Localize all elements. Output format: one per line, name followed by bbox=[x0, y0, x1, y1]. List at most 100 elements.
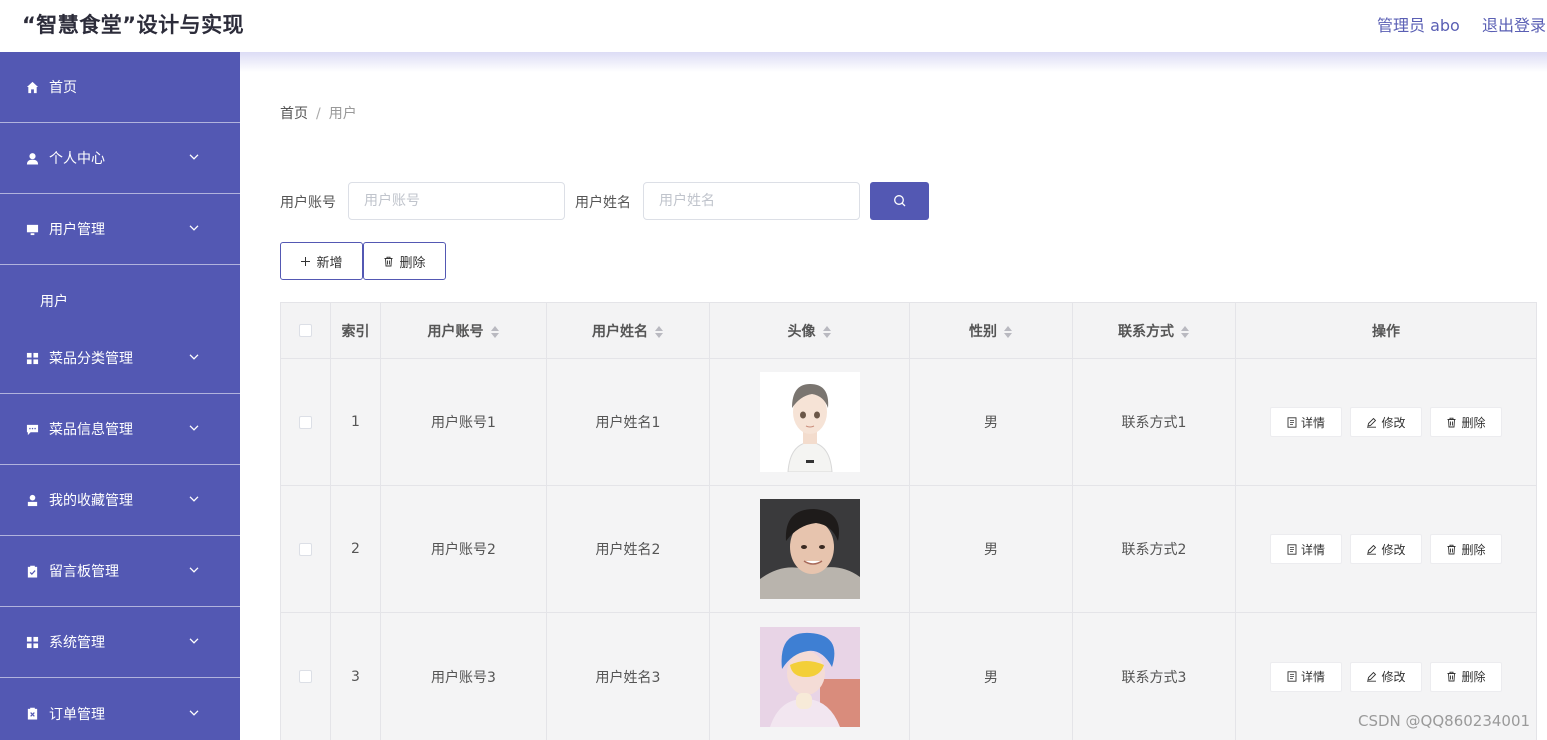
sidebar-item-label: 系统管理 bbox=[49, 635, 105, 651]
sidebar-item-dish-info[interactable]: 菜品信息管理 bbox=[0, 394, 240, 465]
delete-button[interactable]: 删除 bbox=[1430, 534, 1502, 564]
sidebar-item-label: 订单管理 bbox=[49, 706, 105, 723]
sidebar-item-system[interactable]: 系统管理 bbox=[0, 607, 240, 678]
detail-button-label: 详情 bbox=[1300, 670, 1325, 684]
cell-avatar bbox=[709, 485, 910, 613]
search-button[interactable] bbox=[870, 182, 929, 220]
detail-button-label: 详情 bbox=[1300, 415, 1325, 430]
avatar-image[interactable] bbox=[759, 626, 860, 727]
cell-index: 1 bbox=[330, 358, 381, 486]
cell-name: 用户姓名2 bbox=[546, 485, 710, 613]
add-button[interactable]: 新增 bbox=[280, 242, 363, 280]
row-checkbox[interactable] bbox=[299, 670, 312, 683]
delete-button-label: 删除 bbox=[1461, 415, 1486, 430]
sidebar-item-favorites[interactable]: 我的收藏管理 bbox=[0, 465, 240, 536]
cell-account: 用户账号3 bbox=[380, 612, 547, 740]
edit-button[interactable]: 修改 bbox=[1350, 534, 1422, 564]
chevron-down-icon bbox=[189, 425, 199, 431]
sidebar-item-user-management[interactable]: 用户管理 bbox=[0, 194, 240, 265]
chevron-down-icon bbox=[189, 709, 199, 716]
batch-delete-button[interactable]: 删除 bbox=[363, 242, 446, 280]
sort-icon[interactable] bbox=[655, 325, 664, 338]
header-avatar[interactable]: 头像 bbox=[709, 302, 910, 359]
sidebar-item-label: 菜品信息管理 bbox=[49, 422, 133, 438]
header-contact[interactable]: 联系方式 bbox=[1072, 302, 1236, 359]
cell-contact: 联系方式1 bbox=[1072, 358, 1236, 486]
chevron-down-icon bbox=[189, 225, 199, 231]
row-checkbox[interactable] bbox=[299, 415, 312, 429]
document-icon bbox=[1287, 671, 1297, 682]
monitor-icon bbox=[25, 222, 39, 236]
delete-button-label: 删除 bbox=[1461, 542, 1486, 557]
header-account[interactable]: 用户账号 bbox=[380, 302, 547, 359]
sidebar-subitem-label: 用户 bbox=[40, 294, 68, 310]
table-row: 1 用户账号1 用户姓名1 男 联系方式1 详情 修改 删除 bbox=[280, 358, 1537, 486]
sidebar-item-dish-category[interactable]: 菜品分类管理 bbox=[0, 323, 240, 394]
sidebar-item-orders[interactable]: 订单管理 bbox=[0, 678, 240, 740]
cell-operations: 详情 修改 删除 bbox=[1235, 485, 1537, 613]
user-table: 索引 用户账号 用户姓名 头像 性别 联系方式 操作 1 用户账号1 用户姓名1 bbox=[280, 302, 1537, 740]
row-checkbox[interactable] bbox=[299, 542, 312, 556]
detail-button-label: 详情 bbox=[1300, 542, 1325, 557]
edit-button-label: 修改 bbox=[1381, 542, 1406, 557]
header-gender[interactable]: 性别 bbox=[909, 302, 1073, 359]
table-row: 3 用户账号3 用户姓名3 男 联系方式3 详情 修改 删除 bbox=[280, 612, 1537, 740]
row-select-cell bbox=[280, 358, 331, 486]
cell-avatar bbox=[709, 358, 910, 486]
select-all-checkbox[interactable] bbox=[299, 324, 312, 337]
document-icon bbox=[1287, 416, 1297, 428]
grid-icon bbox=[25, 351, 39, 365]
watermark: CSDN @QQ860234001 bbox=[1358, 712, 1531, 730]
sidebar-item-personal-center[interactable]: 个人中心 bbox=[0, 123, 240, 194]
header-select-all[interactable] bbox=[280, 302, 331, 359]
header-name[interactable]: 用户姓名 bbox=[546, 302, 710, 359]
chevron-down-icon bbox=[189, 638, 199, 644]
account-search-input[interactable] bbox=[348, 182, 565, 220]
plus-icon bbox=[301, 256, 311, 266]
cell-gender: 男 bbox=[909, 612, 1073, 740]
sort-icon[interactable] bbox=[1004, 325, 1013, 338]
chevron-down-icon bbox=[189, 496, 199, 502]
document-icon bbox=[25, 707, 39, 721]
logout-link[interactable]: 退出登录 bbox=[1482, 12, 1546, 36]
detail-button[interactable]: 详情 bbox=[1270, 407, 1342, 437]
header-name-label: 用户姓名 bbox=[592, 323, 648, 340]
chevron-down-icon bbox=[189, 154, 199, 160]
sidebar-item-label: 菜品分类管理 bbox=[49, 351, 133, 367]
sidebar-subitem-user[interactable]: 用户 bbox=[0, 279, 240, 323]
trash-icon bbox=[1447, 417, 1456, 427]
avatar-image[interactable] bbox=[759, 372, 860, 472]
breadcrumb-current: 用户 bbox=[328, 106, 357, 122]
trash-icon bbox=[1447, 544, 1456, 554]
sidebar-item-home[interactable]: 首页 bbox=[0, 52, 240, 123]
admin-label: 管理员 abo bbox=[1377, 16, 1460, 35]
sort-icon[interactable] bbox=[1181, 325, 1190, 338]
edit-button[interactable]: 修改 bbox=[1350, 407, 1422, 437]
cell-contact: 联系方式2 bbox=[1072, 485, 1236, 613]
header-operations: 操作 bbox=[1235, 302, 1537, 359]
edit-button[interactable]: 修改 bbox=[1350, 661, 1422, 692]
cell-operations: 详情 修改 删除 bbox=[1235, 358, 1537, 486]
delete-button-label: 删除 bbox=[399, 255, 426, 271]
header-contact-label: 联系方式 bbox=[1118, 323, 1174, 340]
grid-icon bbox=[25, 635, 39, 649]
sort-icon[interactable] bbox=[822, 325, 832, 338]
delete-button[interactable]: 删除 bbox=[1430, 661, 1502, 692]
sort-icon[interactable] bbox=[490, 325, 500, 338]
delete-button[interactable]: 删除 bbox=[1430, 407, 1502, 437]
sidebar-item-label: 个人中心 bbox=[49, 151, 105, 167]
detail-button[interactable]: 详情 bbox=[1270, 534, 1342, 564]
cell-account: 用户账号1 bbox=[380, 358, 547, 486]
user-icon bbox=[25, 151, 39, 165]
header-shadow bbox=[240, 52, 1547, 72]
avatar-image[interactable] bbox=[759, 499, 860, 599]
breadcrumb: 首页 / 用户 bbox=[280, 103, 357, 123]
sidebar-item-message-board[interactable]: 留言板管理 bbox=[0, 536, 240, 607]
breadcrumb-home[interactable]: 首页 bbox=[280, 106, 308, 122]
add-button-label: 新增 bbox=[316, 255, 343, 271]
cell-index: 2 bbox=[330, 485, 381, 613]
header-avatar-label: 头像 bbox=[787, 323, 816, 340]
clipboard-icon bbox=[25, 564, 39, 578]
detail-button[interactable]: 详情 bbox=[1270, 661, 1342, 692]
name-search-input[interactable] bbox=[643, 182, 860, 220]
